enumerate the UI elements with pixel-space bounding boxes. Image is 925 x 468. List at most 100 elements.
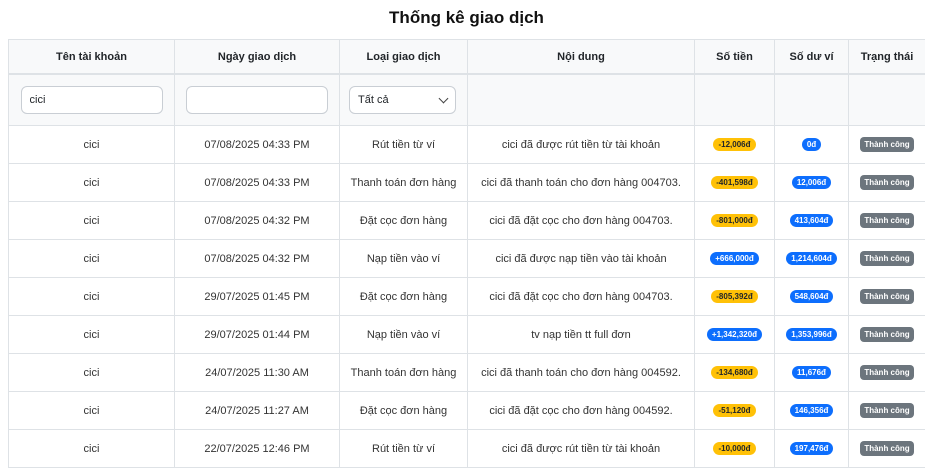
status-cell: Thành công <box>849 278 925 316</box>
amount-badge: -10,000đ <box>713 442 755 455</box>
account-cell: cici <box>9 316 175 354</box>
account-cell: cici <box>9 202 175 240</box>
amount-badge: -801,000đ <box>711 214 757 227</box>
table-row[interactable]: cici07/08/2025 04:33 PMRút tiền từ vícic… <box>9 126 925 164</box>
filter-cell-account <box>9 74 175 126</box>
balance-badge: 12,006đ <box>792 176 831 189</box>
account-cell: cici <box>9 430 175 468</box>
balance-badge: 146,356đ <box>790 404 834 417</box>
status-badge: Thành công <box>860 327 913 342</box>
status-badge: Thành công <box>860 251 913 266</box>
filter-cell-empty <box>849 74 925 126</box>
status-cell: Thành công <box>849 392 925 430</box>
amount-cell: +1,342,320đ <box>695 316 775 354</box>
amount-badge: +1,342,320đ <box>707 328 762 341</box>
balance-cell: 146,356đ <box>775 392 849 430</box>
table-body: cici07/08/2025 04:33 PMRút tiền từ vícic… <box>9 126 925 468</box>
balance-badge: 1,353,996đ <box>786 328 836 341</box>
column-header-date[interactable]: Ngày giao dịch <box>175 40 340 75</box>
balance-cell: 1,353,996đ <box>775 316 849 354</box>
table-row[interactable]: cici24/07/2025 11:27 AMĐặt cọc đơn hàngc… <box>9 392 925 430</box>
column-header-type[interactable]: Loại giao dịch <box>340 40 468 75</box>
balance-cell: 413,604đ <box>775 202 849 240</box>
date-filter-input[interactable] <box>186 86 328 114</box>
amount-cell: -805,392đ <box>695 278 775 316</box>
column-header-status[interactable]: Trạng thái <box>849 40 925 75</box>
status-cell: Thành công <box>849 126 925 164</box>
amount-badge: -805,392đ <box>711 290 757 303</box>
date-cell: 24/07/2025 11:30 AM <box>175 354 340 392</box>
status-cell: Thành công <box>849 430 925 468</box>
type-cell: Đặt cọc đơn hàng <box>340 392 468 430</box>
type-cell: Thanh toán đơn hàng <box>340 354 468 392</box>
content-cell: cici đã thanh toán cho đơn hàng 004592. <box>468 354 695 392</box>
status-badge: Thành công <box>860 213 913 228</box>
status-badge: Thành công <box>860 403 913 418</box>
status-badge: Thành công <box>860 137 913 152</box>
balance-badge: 0đ <box>802 138 821 151</box>
amount-cell: -12,006đ <box>695 126 775 164</box>
date-cell: 07/08/2025 04:33 PM <box>175 164 340 202</box>
account-cell: cici <box>9 278 175 316</box>
table-row[interactable]: cici07/08/2025 04:33 PMThanh toán đơn hà… <box>9 164 925 202</box>
type-filter-select[interactable]: Tất cả <box>349 86 456 114</box>
date-cell: 07/08/2025 04:32 PM <box>175 240 340 278</box>
date-cell: 22/07/2025 12:46 PM <box>175 430 340 468</box>
balance-badge: 413,604đ <box>790 214 834 227</box>
account-cell: cici <box>9 164 175 202</box>
amount-cell: +666,000đ <box>695 240 775 278</box>
table-row[interactable]: cici29/07/2025 01:45 PMĐặt cọc đơn hàngc… <box>9 278 925 316</box>
column-header-account[interactable]: Tên tài khoản <box>9 40 175 75</box>
balance-cell: 11,676đ <box>775 354 849 392</box>
account-cell: cici <box>9 392 175 430</box>
content-cell: cici đã thanh toán cho đơn hàng 004703. <box>468 164 695 202</box>
type-cell: Thanh toán đơn hàng <box>340 164 468 202</box>
status-cell: Thành công <box>849 164 925 202</box>
date-cell: 24/07/2025 11:27 AM <box>175 392 340 430</box>
account-filter-input[interactable] <box>21 86 163 114</box>
content-cell: cici đã được nạp tiền vào tài khoản <box>468 240 695 278</box>
balance-cell: 0đ <box>775 126 849 164</box>
content-cell: cici đã đặt cọc cho đơn hàng 004703. <box>468 202 695 240</box>
balance-cell: 12,006đ <box>775 164 849 202</box>
transactions-table: Tên tài khoản Ngày giao dịch Loại giao d… <box>8 39 925 468</box>
status-badge: Thành công <box>860 365 913 380</box>
table-row[interactable]: cici07/08/2025 04:32 PMNạp tiền vào víci… <box>9 240 925 278</box>
status-badge: Thành công <box>860 289 913 304</box>
column-header-amount[interactable]: Số tiền <box>695 40 775 75</box>
balance-cell: 197,476đ <box>775 430 849 468</box>
table-row[interactable]: cici07/08/2025 04:32 PMĐặt cọc đơn hàngc… <box>9 202 925 240</box>
status-cell: Thành công <box>849 316 925 354</box>
table-row[interactable]: cici22/07/2025 12:46 PMRút tiền từ vícic… <box>9 430 925 468</box>
content-cell: cici đã đặt cọc cho đơn hàng 004703. <box>468 278 695 316</box>
account-cell: cici <box>9 240 175 278</box>
table-row[interactable]: cici24/07/2025 11:30 AMThanh toán đơn hà… <box>9 354 925 392</box>
amount-cell: -51,120đ <box>695 392 775 430</box>
filter-cell-empty <box>468 74 695 126</box>
balance-cell: 548,604đ <box>775 278 849 316</box>
type-cell: Đặt cọc đơn hàng <box>340 278 468 316</box>
balance-cell: 1,214,604đ <box>775 240 849 278</box>
balance-badge: 548,604đ <box>790 290 834 303</box>
status-cell: Thành công <box>849 354 925 392</box>
balance-badge: 1,214,604đ <box>786 252 836 265</box>
status-cell: Thành công <box>849 202 925 240</box>
column-header-content[interactable]: Nội dung <box>468 40 695 75</box>
table-row[interactable]: cici29/07/2025 01:44 PMNạp tiền vào vítv… <box>9 316 925 354</box>
filter-row: Tất cả <box>9 74 925 126</box>
content-cell: cici đã được rút tiền từ tài khoản <box>468 126 695 164</box>
type-cell: Nạp tiền vào ví <box>340 316 468 354</box>
status-badge: Thành công <box>860 441 913 456</box>
account-cell: cici <box>9 126 175 164</box>
chevron-down-icon <box>439 93 449 103</box>
account-cell: cici <box>9 354 175 392</box>
status-cell: Thành công <box>849 240 925 278</box>
filter-cell-empty <box>775 74 849 126</box>
amount-cell: -10,000đ <box>695 430 775 468</box>
column-header-balance[interactable]: Số dư ví <box>775 40 849 75</box>
amount-badge: -51,120đ <box>713 404 755 417</box>
type-filter-selected: Tất cả <box>358 94 389 106</box>
type-cell: Rút tiền từ ví <box>340 430 468 468</box>
content-cell: cici đã được rút tiền từ tài khoản <box>468 430 695 468</box>
type-cell: Đặt cọc đơn hàng <box>340 202 468 240</box>
